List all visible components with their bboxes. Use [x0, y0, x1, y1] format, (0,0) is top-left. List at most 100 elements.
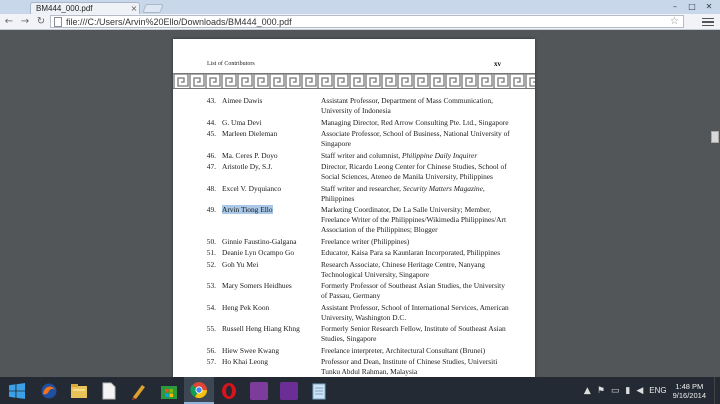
entry-description: Research Associate, Chinese Heritage Cen… [321, 259, 485, 279]
notepad-icon[interactable] [304, 377, 334, 404]
minimize-button[interactable]: – [668, 0, 682, 12]
entry-name: Ma. Ceres P. Doyo [222, 150, 278, 160]
paint-icon[interactable] [124, 377, 154, 404]
entry-name: Goh Yu Mei [222, 259, 259, 269]
entry-number: 51. [206, 248, 216, 257]
clock[interactable]: 1:48 PM 9/16/2014 [673, 382, 706, 400]
entry-description: Director, Ricardo Leong Center for Chine… [321, 162, 507, 181]
publication-title: Philippine Daily Inquirer [401, 150, 478, 160]
entry-description: Freelance interpreter, Architectural Con… [321, 345, 486, 355]
contributor-entry: 53. Mary Somers Heidhues Formerly Profes… [173, 281, 535, 301]
entry-number: 43. [206, 96, 216, 105]
selected-text[interactable]: Arvin Tiong Ello [222, 205, 273, 214]
entry-description: Professor and Dean, Institute of Chinese… [321, 357, 498, 376]
store-icon[interactable] [154, 377, 184, 404]
tab-strip: BM444_000.pdf × – □ ✕ [0, 0, 720, 14]
vertical-scrollbar[interactable] [710, 31, 720, 377]
browser-toolbar: ← → ↻ file:///C:/Users/Arvin%20Ello/Down… [0, 14, 720, 30]
entry-name: Marleen Dieleman [222, 129, 278, 138]
scrollbar-thumb[interactable] [711, 131, 719, 143]
clock-date: 9/16/2014 [672, 390, 706, 400]
url-text[interactable]: file:///C:/Users/Arvin%20Ello/Downloads/… [66, 17, 292, 27]
window-controls: – □ ✕ [668, 0, 716, 12]
contributor-entry: 55. Russell Heng Hiang Khng Formerly Sen… [173, 324, 535, 344]
entry-description: Associate Professor, School of Business,… [321, 129, 510, 148]
entry-name: Excel V. Dyquianco [222, 183, 282, 193]
entry-description: Formerly Senior Research Fellow, Institu… [321, 324, 506, 343]
desc-text: Staff writer and columnist, [321, 150, 402, 160]
maximize-button[interactable]: □ [685, 0, 699, 12]
volume-icon[interactable]: ◀ [636, 386, 643, 396]
chrome-icon[interactable] [184, 377, 214, 404]
entry-name-highlighted[interactable]: Arvin Tiong Ello [222, 205, 321, 235]
contributor-entry: 54. Heng Pek Koon Assistant Professor, S… [173, 303, 535, 323]
entry-name: Hiew Swee Kwang [222, 345, 280, 355]
entry-number: 52. [206, 259, 216, 269]
tab-close-icon[interactable]: × [129, 4, 139, 13]
entry-name: Ginnie Faustino-Galgana [222, 236, 297, 246]
contributor-entry: 56. Hiew Swee Kwang Freelance interprete… [173, 346, 535, 356]
contributor-list: 43. Aimee Dawis Assistant Professor, Dep… [173, 96, 535, 379]
entry-description: Assistant Professor, Department of Mass … [321, 96, 493, 115]
entry-name: Deanie Lyn Ocampo Go [222, 248, 295, 257]
entry-description: Freelance writer (Philippines) [321, 236, 410, 246]
contributor-entry: 43. Aimee Dawis Assistant Professor, Dep… [173, 96, 535, 116]
entry-name: Aristotle Dy, S.J. [222, 162, 273, 171]
tab-title: BM444_000.pdf [36, 4, 93, 13]
entry-name: Ho Khai Leong [222, 357, 268, 366]
page-number: xv [494, 60, 501, 68]
back-button[interactable]: ← [2, 15, 16, 29]
entry-number: 46. [206, 150, 216, 160]
desc-text: Staff writer and researcher, [321, 183, 403, 193]
contributor-entry: 52. Goh Yu Mei Research Associate, Chine… [173, 260, 535, 280]
entry-number: 49. [206, 205, 216, 214]
opera-icon[interactable] [214, 377, 244, 404]
onenote-icon[interactable] [244, 377, 274, 404]
clock-time: 1:48 PM [675, 381, 704, 391]
entry-number: 45. [206, 129, 216, 138]
firefox-icon[interactable] [34, 377, 64, 404]
entry-description: Managing Director, Red Arrow Consulting … [321, 117, 509, 127]
start-button[interactable] [0, 377, 34, 404]
entry-number: 47. [206, 162, 216, 171]
reload-button[interactable]: ↻ [34, 15, 48, 29]
browser-tab[interactable]: BM444_000.pdf × [30, 2, 140, 14]
entry-name: Russell Heng Hiang Khng [222, 324, 300, 333]
entry-number: 50. [206, 236, 216, 246]
contributor-entry: 57. Ho Khai Leong Professor and Dean, In… [173, 357, 535, 377]
network-icon[interactable]: ▮ [625, 386, 630, 396]
new-tab-button[interactable] [142, 4, 164, 13]
menu-icon[interactable] [702, 16, 714, 28]
contributor-entry-selected: 49. Arvin Tiong Ello Marketing Coordinat… [173, 205, 535, 235]
contributor-entry: 51. Deanie Lyn Ocampo Go Educator, Kaisa… [173, 248, 535, 258]
running-head: List of Contributors [207, 61, 255, 67]
pdf-viewer[interactable]: List of Contributors xv 43. Aimee Dawis … [0, 31, 720, 384]
document-icon[interactable] [94, 377, 124, 404]
address-bar[interactable]: file:///C:/Users/Arvin%20Ello/Downloads/… [50, 15, 684, 28]
flag-icon[interactable]: ⚑ [597, 386, 605, 396]
page-icon [54, 16, 62, 27]
battery-icon[interactable]: ▭ [611, 386, 620, 396]
entry-name: Heng Pek Koon [222, 302, 270, 312]
contributor-entry: 50. Ginnie Faustino-Galgana Freelance wr… [173, 237, 535, 247]
contributor-entry: 46. Ma. Ceres P. Doyo Staff writer and c… [173, 151, 535, 161]
entry-number: 57. [206, 357, 216, 366]
entry-number: 48. [206, 183, 216, 193]
entry-description: Formerly Professor of Southeast Asian St… [321, 281, 505, 300]
entry-name: Aimee Dawis [222, 96, 263, 105]
show-desktop-button[interactable] [714, 377, 720, 404]
language-indicator[interactable]: ENG [649, 386, 666, 395]
windows-taskbar: ▲ ⚑ ▭ ▮ ◀ ENG 1:48 PM 9/16/2014 [0, 377, 720, 404]
file-explorer-icon[interactable] [64, 377, 94, 404]
forward-button[interactable]: → [18, 15, 32, 29]
entry-number: 54. [206, 302, 216, 312]
entry-description: Marketing Coordinator, De La Salle Unive… [321, 205, 507, 234]
media-icon[interactable] [274, 377, 304, 404]
show-hidden-icons-icon[interactable]: ▲ [584, 386, 591, 396]
system-tray: ▲ ⚑ ▭ ▮ ◀ ENG 1:48 PM 9/16/2014 [584, 377, 720, 404]
close-window-button[interactable]: ✕ [702, 0, 716, 12]
entry-description: Educator, Kaisa Para sa Kaunlaran Incorp… [321, 248, 501, 257]
entry-name: Mary Somers Heidhues [222, 281, 292, 290]
bookmark-star-icon[interactable]: ☆ [670, 16, 679, 27]
entry-number: 55. [206, 324, 216, 333]
